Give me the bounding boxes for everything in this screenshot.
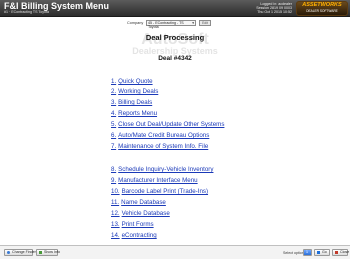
show-info-button[interactable]: Show Info xyxy=(36,249,60,256)
menu-item-quick-quote[interactable]: 1. Quick Quote xyxy=(111,78,153,85)
company-select[interactable]: 45 - EContracting - TS Toyota ▾ xyxy=(146,20,196,29)
menu-item-name-database[interactable]: 11. Name Database xyxy=(111,199,166,206)
company-select-value: 45 - EContracting - TS Toyota xyxy=(148,21,184,29)
menu-item-print-forms[interactable]: 13. Print Forms xyxy=(111,221,154,228)
menu-item-manufacturer-interface[interactable]: 9. Manufacturer Interface Menu xyxy=(111,177,198,184)
logo-line-1: ASSETWORKS xyxy=(302,2,342,8)
company-label: Company xyxy=(127,21,144,25)
logo-line-2: DEALER SOFTWARE xyxy=(306,9,338,13)
app-subtitle: #1 · EContracting TS Toyota xyxy=(4,10,50,14)
chevron-down-icon: ▾ xyxy=(192,21,194,25)
menu-item-econtracting[interactable]: 14. eContracting xyxy=(111,232,157,239)
company-bar: Company 45 - EContracting - TS Toyota ▾ … xyxy=(0,19,350,29)
go-icon xyxy=(317,251,320,254)
title-bar: F&I Billing System Menu #1 · EContractin… xyxy=(0,0,350,17)
menu-item-schedule-inquiry[interactable]: 8. Schedule Inquiry-Vehicle Inventory xyxy=(111,166,213,173)
menu-item-vehicle-database[interactable]: 12. Vehicle Database xyxy=(111,210,170,217)
menu-item-close-out-deal[interactable]: 5. Close Out Deal/Update Other Systems xyxy=(111,121,224,128)
company-edit-button[interactable]: Edit xyxy=(199,20,211,26)
change-finder-button[interactable]: Change Finder xyxy=(4,249,36,256)
session-info: Logged in: acdealer Session 2819 09 0003… xyxy=(256,2,292,15)
finder-icon xyxy=(7,251,10,254)
close-icon xyxy=(335,251,338,254)
brand-logo: ASSETWORKS DEALER SOFTWARE xyxy=(296,1,348,16)
deal-number: Deal #4342 xyxy=(158,55,192,62)
info-icon xyxy=(39,251,42,254)
close-button[interactable]: Close xyxy=(332,249,349,256)
menu-item-billing-deals[interactable]: 3. Billing Deals xyxy=(111,99,152,106)
menu-item-credit-bureau[interactable]: 6. Auto/Mate Credit Bureau Options xyxy=(111,132,209,139)
menu-item-reports-menu[interactable]: 4. Reports Menu xyxy=(111,110,157,117)
menu-item-barcode-label[interactable]: 10. Barcode Label Print (Trade-Ins) xyxy=(111,188,208,195)
go-button[interactable]: Go xyxy=(314,249,330,256)
select-option-label: Select option: xyxy=(283,251,305,255)
menu-item-maintenance[interactable]: 7. Maintenance of System Info. File xyxy=(111,143,208,150)
select-option-input[interactable]: 1 xyxy=(303,249,312,256)
session-datetime: Thu Oct 1 2015 10:52 xyxy=(257,10,292,15)
bottom-toolbar: Change Finder Show Info Select option: 1… xyxy=(0,245,350,259)
page-title: Deal Processing xyxy=(145,33,205,42)
menu-item-working-deals[interactable]: 2. Working Deals xyxy=(111,88,158,95)
